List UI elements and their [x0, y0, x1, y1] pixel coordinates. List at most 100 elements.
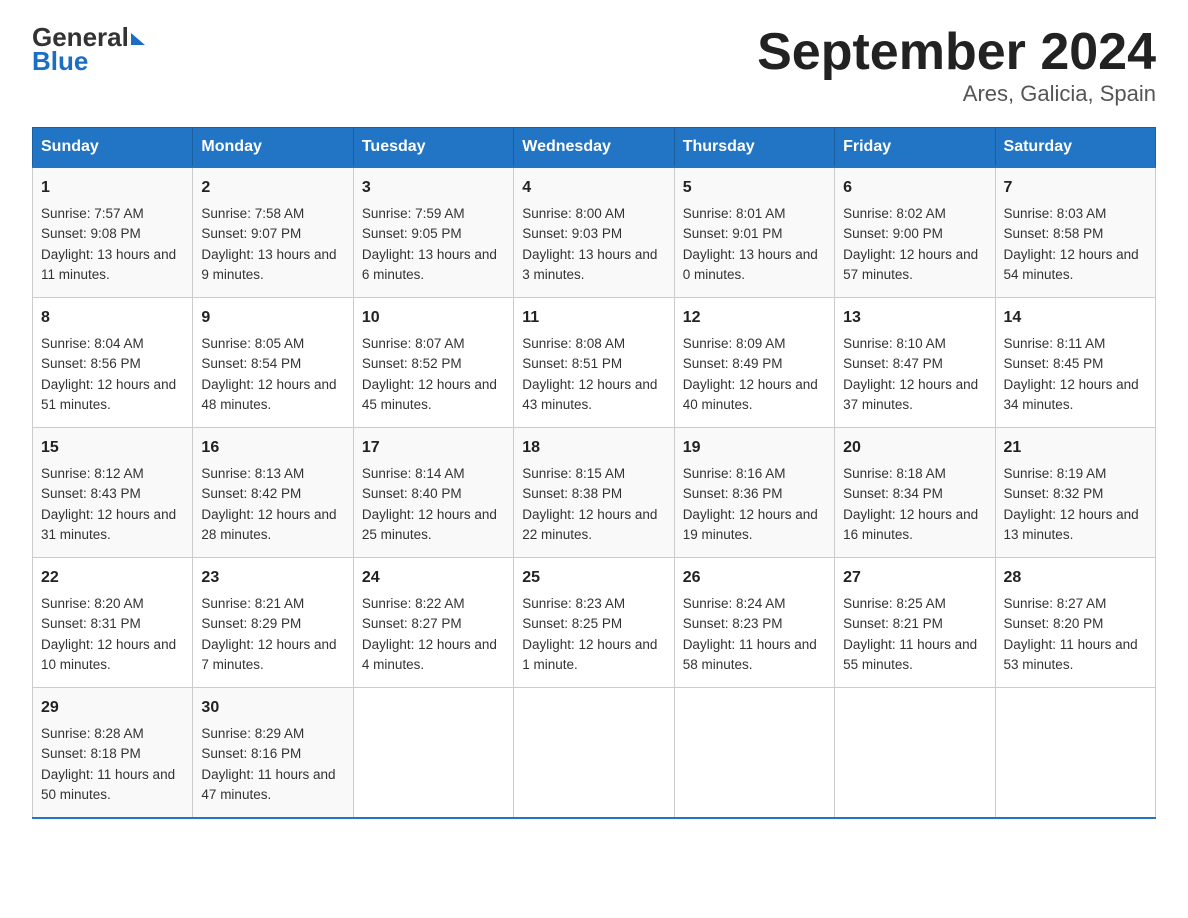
sunrise-label: Sunrise: 8:08 AM — [522, 336, 625, 351]
daylight-label: Daylight: 12 hours and 51 minutes. — [41, 377, 176, 412]
sunrise-label: Sunrise: 8:04 AM — [41, 336, 144, 351]
day-number: 15 — [41, 436, 184, 460]
sunrise-label: Sunrise: 8:19 AM — [1004, 466, 1107, 481]
daylight-label: Daylight: 13 hours and 3 minutes. — [522, 247, 657, 282]
day-number: 7 — [1004, 176, 1147, 200]
calendar-cell — [514, 688, 674, 819]
calendar-cell — [353, 688, 513, 819]
day-number: 20 — [843, 436, 986, 460]
sunrise-label: Sunrise: 8:16 AM — [683, 466, 786, 481]
sunrise-label: Sunrise: 8:21 AM — [201, 596, 304, 611]
sunset-label: Sunset: 8:58 PM — [1004, 226, 1104, 241]
sunrise-label: Sunrise: 8:20 AM — [41, 596, 144, 611]
calendar-title: September 2024 — [757, 24, 1156, 81]
daylight-label: Daylight: 12 hours and 57 minutes. — [843, 247, 978, 282]
daylight-label: Daylight: 12 hours and 1 minute. — [522, 637, 657, 672]
sunrise-label: Sunrise: 8:23 AM — [522, 596, 625, 611]
day-number: 2 — [201, 176, 344, 200]
day-number: 22 — [41, 566, 184, 590]
sunset-label: Sunset: 8:51 PM — [522, 356, 622, 371]
sunrise-label: Sunrise: 8:18 AM — [843, 466, 946, 481]
sunset-label: Sunset: 8:47 PM — [843, 356, 943, 371]
day-number: 1 — [41, 176, 184, 200]
sunrise-label: Sunrise: 8:15 AM — [522, 466, 625, 481]
calendar-cell: 25 Sunrise: 8:23 AM Sunset: 8:25 PM Dayl… — [514, 558, 674, 688]
calendar-cell: 17 Sunrise: 8:14 AM Sunset: 8:40 PM Dayl… — [353, 428, 513, 558]
sunset-label: Sunset: 8:31 PM — [41, 616, 141, 631]
calendar-cell: 26 Sunrise: 8:24 AM Sunset: 8:23 PM Dayl… — [674, 558, 834, 688]
daylight-label: Daylight: 11 hours and 47 minutes. — [201, 767, 335, 802]
day-number: 16 — [201, 436, 344, 460]
calendar-cell: 4 Sunrise: 8:00 AM Sunset: 9:03 PM Dayli… — [514, 167, 674, 298]
daylight-label: Daylight: 12 hours and 16 minutes. — [843, 507, 978, 542]
sunset-label: Sunset: 9:00 PM — [843, 226, 943, 241]
sunset-label: Sunset: 9:05 PM — [362, 226, 462, 241]
daylight-label: Daylight: 12 hours and 28 minutes. — [201, 507, 336, 542]
sunset-label: Sunset: 8:20 PM — [1004, 616, 1104, 631]
sunrise-label: Sunrise: 7:57 AM — [41, 206, 144, 221]
calendar-cell: 13 Sunrise: 8:10 AM Sunset: 8:47 PM Dayl… — [835, 298, 995, 428]
calendar-cell: 8 Sunrise: 8:04 AM Sunset: 8:56 PM Dayli… — [33, 298, 193, 428]
calendar-cell: 6 Sunrise: 8:02 AM Sunset: 9:00 PM Dayli… — [835, 167, 995, 298]
daylight-label: Daylight: 12 hours and 48 minutes. — [201, 377, 336, 412]
calendar-cell: 28 Sunrise: 8:27 AM Sunset: 8:20 PM Dayl… — [995, 558, 1155, 688]
calendar-subtitle: Ares, Galicia, Spain — [757, 81, 1156, 107]
day-number: 24 — [362, 566, 505, 590]
sunset-label: Sunset: 8:29 PM — [201, 616, 301, 631]
calendar-table: Sunday Monday Tuesday Wednesday Thursday… — [32, 127, 1156, 819]
daylight-label: Daylight: 12 hours and 31 minutes. — [41, 507, 176, 542]
day-number: 19 — [683, 436, 826, 460]
calendar-cell: 3 Sunrise: 7:59 AM Sunset: 9:05 PM Dayli… — [353, 167, 513, 298]
sunset-label: Sunset: 8:23 PM — [683, 616, 783, 631]
sunrise-label: Sunrise: 8:11 AM — [1004, 336, 1106, 351]
sunrise-label: Sunrise: 8:13 AM — [201, 466, 304, 481]
calendar-cell: 10 Sunrise: 8:07 AM Sunset: 8:52 PM Dayl… — [353, 298, 513, 428]
calendar-cell: 22 Sunrise: 8:20 AM Sunset: 8:31 PM Dayl… — [33, 558, 193, 688]
sunrise-label: Sunrise: 8:29 AM — [201, 726, 304, 741]
day-number: 10 — [362, 306, 505, 330]
col-monday: Monday — [193, 128, 353, 168]
title-block: September 2024 Ares, Galicia, Spain — [757, 24, 1156, 107]
calendar-cell: 15 Sunrise: 8:12 AM Sunset: 8:43 PM Dayl… — [33, 428, 193, 558]
daylight-label: Daylight: 11 hours and 58 minutes. — [683, 637, 817, 672]
calendar-cell: 19 Sunrise: 8:16 AM Sunset: 8:36 PM Dayl… — [674, 428, 834, 558]
calendar-week-row: 29 Sunrise: 8:28 AM Sunset: 8:18 PM Dayl… — [33, 688, 1156, 819]
daylight-label: Daylight: 12 hours and 13 minutes. — [1004, 507, 1139, 542]
calendar-cell: 23 Sunrise: 8:21 AM Sunset: 8:29 PM Dayl… — [193, 558, 353, 688]
sunrise-label: Sunrise: 8:05 AM — [201, 336, 304, 351]
daylight-label: Daylight: 12 hours and 10 minutes. — [41, 637, 176, 672]
daylight-label: Daylight: 12 hours and 54 minutes. — [1004, 247, 1139, 282]
day-number: 12 — [683, 306, 826, 330]
col-sunday: Sunday — [33, 128, 193, 168]
daylight-label: Daylight: 12 hours and 43 minutes. — [522, 377, 657, 412]
day-number: 27 — [843, 566, 986, 590]
sunrise-label: Sunrise: 8:07 AM — [362, 336, 465, 351]
sunset-label: Sunset: 9:03 PM — [522, 226, 622, 241]
daylight-label: Daylight: 11 hours and 55 minutes. — [843, 637, 977, 672]
calendar-cell — [674, 688, 834, 819]
daylight-label: Daylight: 11 hours and 50 minutes. — [41, 767, 175, 802]
calendar-cell — [835, 688, 995, 819]
day-number: 6 — [843, 176, 986, 200]
daylight-label: Daylight: 13 hours and 6 minutes. — [362, 247, 497, 282]
day-number: 11 — [522, 306, 665, 330]
sunrise-label: Sunrise: 8:02 AM — [843, 206, 946, 221]
day-number: 13 — [843, 306, 986, 330]
calendar-cell: 12 Sunrise: 8:09 AM Sunset: 8:49 PM Dayl… — [674, 298, 834, 428]
calendar-cell: 2 Sunrise: 7:58 AM Sunset: 9:07 PM Dayli… — [193, 167, 353, 298]
calendar-cell: 7 Sunrise: 8:03 AM Sunset: 8:58 PM Dayli… — [995, 167, 1155, 298]
day-number: 29 — [41, 696, 184, 720]
sunset-label: Sunset: 8:27 PM — [362, 616, 462, 631]
sunrise-label: Sunrise: 8:22 AM — [362, 596, 465, 611]
calendar-cell: 11 Sunrise: 8:08 AM Sunset: 8:51 PM Dayl… — [514, 298, 674, 428]
col-thursday: Thursday — [674, 128, 834, 168]
sunset-label: Sunset: 8:21 PM — [843, 616, 943, 631]
calendar-cell: 30 Sunrise: 8:29 AM Sunset: 8:16 PM Dayl… — [193, 688, 353, 819]
sunset-label: Sunset: 8:54 PM — [201, 356, 301, 371]
logo: General Blue — [32, 24, 145, 74]
day-number: 28 — [1004, 566, 1147, 590]
calendar-cell: 14 Sunrise: 8:11 AM Sunset: 8:45 PM Dayl… — [995, 298, 1155, 428]
day-number: 25 — [522, 566, 665, 590]
sunset-label: Sunset: 8:49 PM — [683, 356, 783, 371]
daylight-label: Daylight: 12 hours and 25 minutes. — [362, 507, 497, 542]
